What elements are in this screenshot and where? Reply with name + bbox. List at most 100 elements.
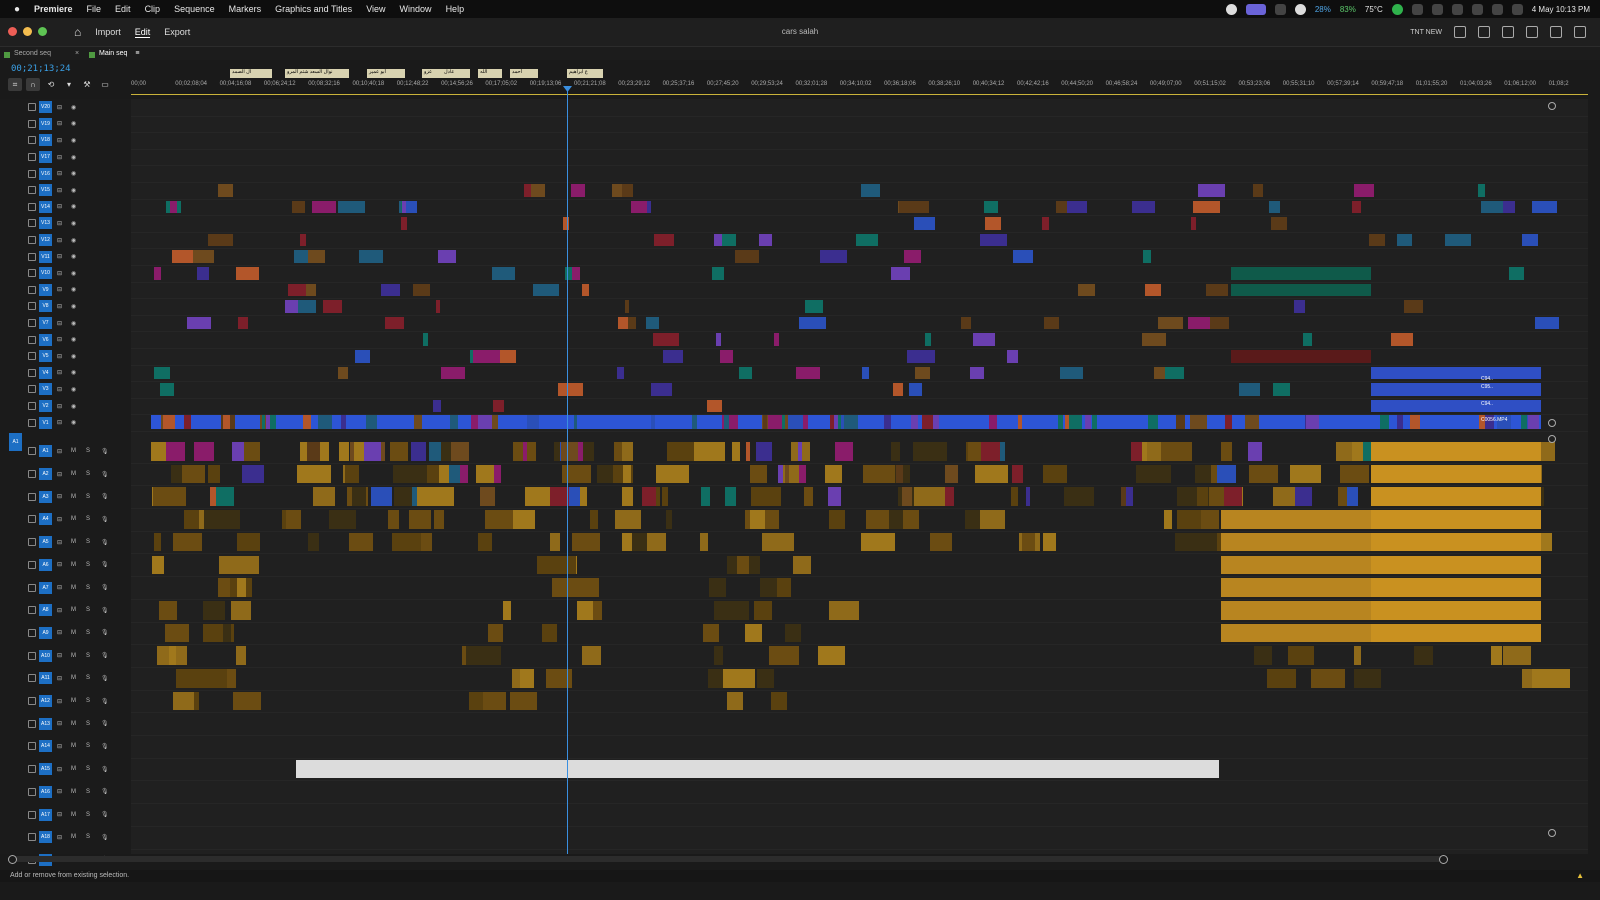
- timeline-clip[interactable]: [720, 350, 733, 363]
- solo-button[interactable]: S: [86, 471, 90, 477]
- timeline-clip[interactable]: [537, 555, 560, 575]
- solo-button[interactable]: S: [86, 834, 90, 840]
- timeline-clip[interactable]: [1294, 300, 1305, 313]
- timeline-clip[interactable]: [646, 316, 659, 330]
- timeline-clip[interactable]: [340, 415, 346, 429]
- track-name[interactable]: A11: [39, 672, 52, 685]
- timeline-clip[interactable]: [862, 464, 896, 484]
- eye-icon[interactable]: ◉: [71, 220, 76, 227]
- timeline-clip[interactable]: [217, 578, 231, 597]
- track-name[interactable]: A12: [39, 695, 52, 708]
- timeline-clip[interactable]: [492, 267, 516, 280]
- timeline-clip[interactable]: [719, 669, 755, 688]
- audio-track-header[interactable]: A13 ⊟ M S 🎙: [0, 712, 131, 735]
- timeline-clip[interactable]: [1064, 487, 1084, 507]
- timeline-clip[interactable]: [844, 415, 859, 429]
- timeline-clip[interactable]: [1302, 333, 1313, 346]
- timeline-clip[interactable]: [884, 415, 892, 429]
- sync-lock-icon[interactable]: ⊟: [57, 170, 62, 177]
- video-track-header[interactable]: V16 ⊟ ◉: [0, 165, 131, 182]
- timeline-clip[interactable]: [737, 555, 750, 575]
- timeline-clip[interactable]: [707, 399, 723, 413]
- timeline-clip[interactable]: [509, 691, 538, 711]
- eye-icon[interactable]: ◉: [71, 353, 76, 360]
- sync-lock-icon[interactable]: ⊟: [57, 336, 62, 343]
- timeline-clip[interactable]: [770, 691, 787, 711]
- timeline-clip[interactable]: [302, 415, 312, 429]
- timeline-clip[interactable]: [292, 200, 306, 214]
- lock-icon[interactable]: [28, 385, 36, 394]
- timeline-clip[interactable]: [231, 442, 245, 461]
- track-name[interactable]: V3: [39, 383, 52, 396]
- video-track-header[interactable]: V2 ⊟ ◉: [0, 398, 131, 415]
- battery-icon[interactable]: [1491, 3, 1503, 15]
- mute-button[interactable]: M: [71, 448, 76, 454]
- sync-lock-icon[interactable]: ⊟: [57, 237, 62, 244]
- timeline-clip[interactable]: [1078, 283, 1096, 297]
- lock-icon[interactable]: [28, 368, 36, 377]
- video-track-header[interactable]: V12 ⊟ ◉: [0, 232, 131, 249]
- timeline-clip[interactable]: [193, 442, 214, 461]
- eye-icon[interactable]: ◉: [71, 386, 76, 393]
- timeline-clip[interactable]: [435, 300, 441, 313]
- timeline-clip[interactable]: [1225, 415, 1233, 429]
- timeline-clip[interactable]: [929, 532, 953, 552]
- timeline-clip[interactable]: [411, 487, 417, 507]
- mute-button[interactable]: M: [71, 539, 76, 545]
- timeline-clip[interactable]: [1125, 487, 1133, 507]
- vscroll-knob-mid-a[interactable]: [1548, 419, 1556, 427]
- audio-track-row[interactable]: [131, 803, 1588, 827]
- timeline-clip[interactable]: [459, 464, 469, 484]
- timeline-clip[interactable]: [1011, 464, 1023, 484]
- timeline-clip[interactable]: [903, 250, 922, 263]
- timeline-clip[interactable]: [1403, 300, 1424, 313]
- timeline-clip[interactable]: [751, 487, 782, 507]
- timeline-clip[interactable]: [1371, 600, 1541, 620]
- timeline-clip[interactable]: [1248, 464, 1279, 484]
- timeline-clip[interactable]: [924, 333, 931, 346]
- timeline-clip[interactable]: [1217, 464, 1236, 484]
- timeline-clip[interactable]: [1371, 487, 1541, 507]
- timeline-clip[interactable]: [1221, 510, 1371, 529]
- timeline-clip[interactable]: [296, 464, 331, 484]
- audio-track-header[interactable]: A12 ⊟ M S 🎙: [0, 690, 131, 713]
- mute-button[interactable]: M: [71, 630, 76, 636]
- timeline-clip[interactable]: [1231, 283, 1371, 297]
- timeline-clip[interactable]: [1371, 555, 1541, 575]
- timeline-clip[interactable]: [1391, 333, 1414, 346]
- timeline-clip[interactable]: [890, 442, 901, 461]
- timeline-clip[interactable]: [186, 316, 211, 330]
- timeline-clip[interactable]: [582, 283, 589, 297]
- eye-icon[interactable]: ◉: [71, 170, 76, 177]
- timeline-clip[interactable]: [169, 646, 176, 665]
- playhead-timecode[interactable]: 00;21;13;24: [11, 64, 71, 74]
- timeline-clip[interactable]: [450, 415, 458, 429]
- voiceover-mic-icon[interactable]: 🎙: [101, 561, 109, 568]
- sync-lock-icon[interactable]: ⊟: [57, 584, 62, 591]
- timeline-clip[interactable]: [1253, 646, 1273, 665]
- volume-icon[interactable]: [1550, 26, 1562, 38]
- sync-lock-icon[interactable]: ⊟: [57, 561, 62, 568]
- video-track-row[interactable]: [131, 315, 1588, 333]
- vscroll-knob-mid-b[interactable]: [1548, 435, 1556, 443]
- timeline-clip[interactable]: [855, 233, 879, 247]
- timeline-clip[interactable]: [571, 267, 580, 280]
- lock-icon[interactable]: [28, 119, 36, 128]
- timeline-clip[interactable]: [1194, 464, 1212, 484]
- timeline-clip[interactable]: [152, 555, 164, 575]
- sync-lock-icon[interactable]: ⊟: [57, 187, 62, 194]
- timeline-clip[interactable]: [1013, 250, 1034, 263]
- sequence-marker[interactable]: ع ابراهيم: [567, 69, 603, 78]
- eye-icon[interactable]: ◉: [71, 137, 76, 144]
- track-name[interactable]: A2: [39, 468, 52, 481]
- timeline-clip[interactable]: [568, 487, 581, 507]
- video-track-header[interactable]: V20 ⊟ ◉: [0, 99, 131, 116]
- timeline-clip[interactable]: [979, 510, 1005, 529]
- video-track-header[interactable]: V13 ⊟ ◉: [0, 215, 131, 232]
- timeline-clip[interactable]: [652, 333, 680, 346]
- timeline-clip[interactable]: [173, 532, 202, 552]
- mute-button[interactable]: M: [71, 471, 76, 477]
- mute-button[interactable]: M: [71, 494, 76, 500]
- timeline-clip[interactable]: [312, 200, 337, 214]
- timeline-clip[interactable]: [1144, 283, 1161, 297]
